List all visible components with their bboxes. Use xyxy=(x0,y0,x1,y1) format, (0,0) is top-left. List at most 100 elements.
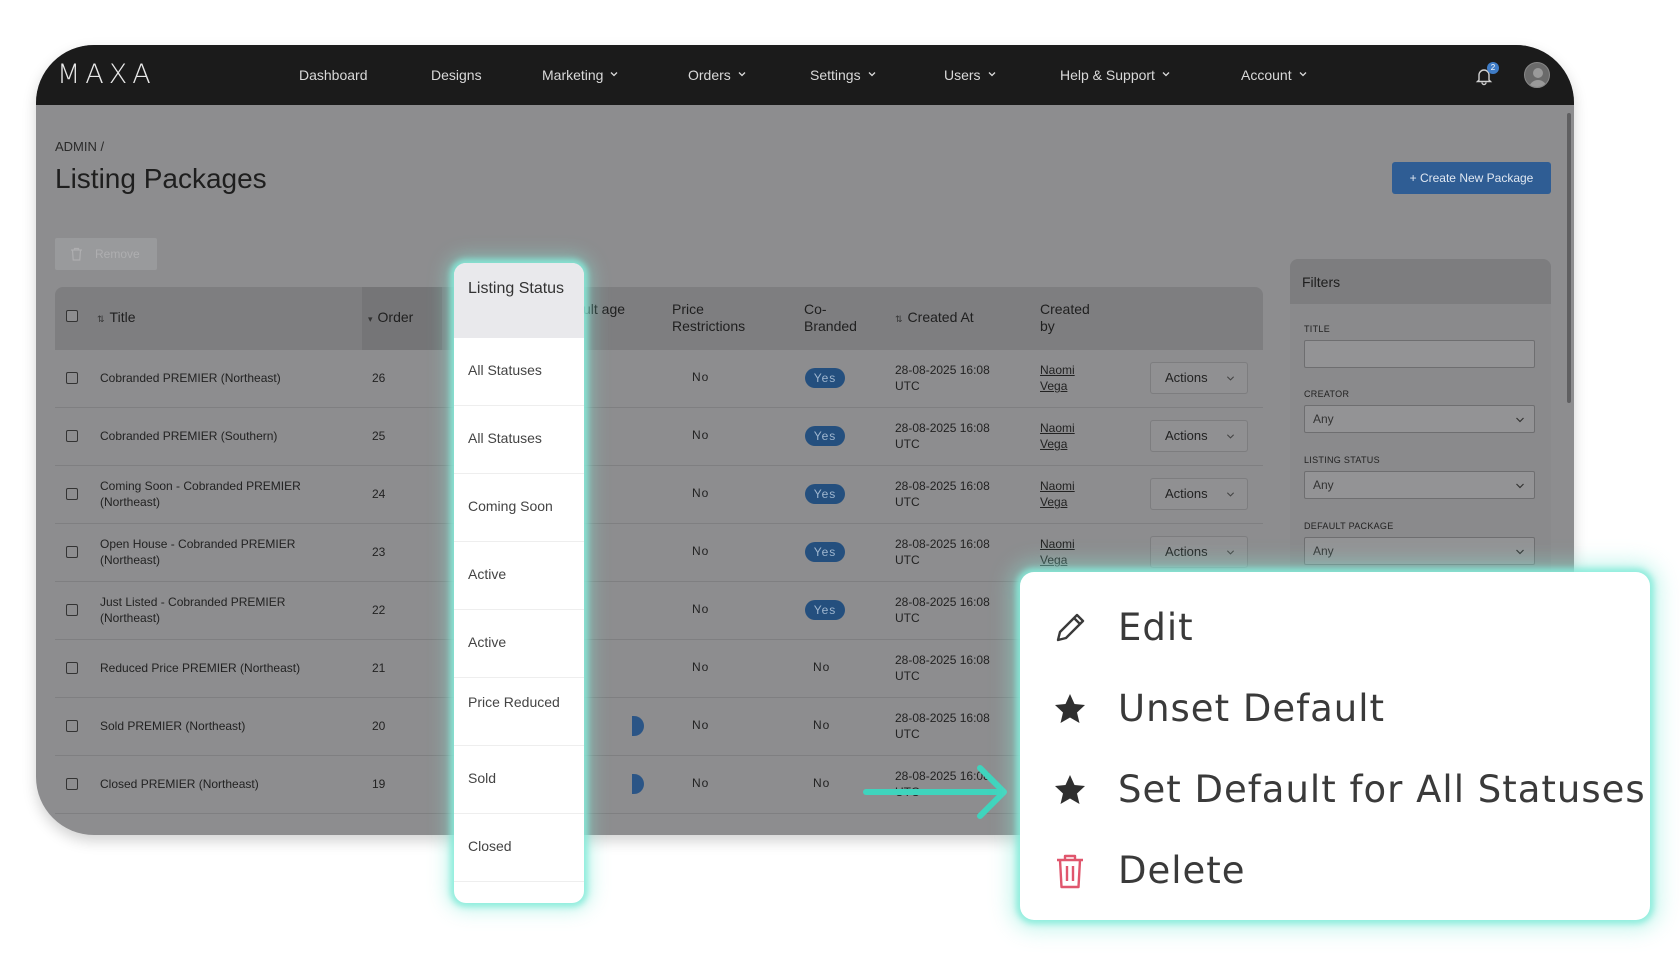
row-created-at: 28-08-2025 16:08 UTC xyxy=(895,595,990,625)
row-order: 20 xyxy=(372,719,386,733)
co-branded-badge: Yes xyxy=(805,542,845,562)
row-co-branded: No xyxy=(813,718,831,732)
row-creator-link[interactable]: Naomi Vega xyxy=(1040,420,1084,452)
co-branded-badge: Yes xyxy=(805,426,845,446)
breadcrumb[interactable]: ADMIN / xyxy=(55,139,104,154)
filters-title: Filters xyxy=(1302,274,1341,290)
nav-label: Account xyxy=(1241,67,1292,83)
nav-marketing[interactable]: Marketing xyxy=(542,67,619,83)
nav-users[interactable]: Users xyxy=(944,67,997,83)
menu-item-set-default-all[interactable]: Set Default for All Statuses xyxy=(1020,748,1650,828)
co-branded-badge: Yes xyxy=(805,484,845,504)
row-actions-button[interactable]: Actions xyxy=(1150,420,1248,452)
listing-status-value: All Statuses xyxy=(454,406,584,474)
filter-creator-select[interactable]: Any xyxy=(1304,405,1535,433)
chevron-down-icon xyxy=(738,72,746,77)
nav-dashboard[interactable]: Dashboard xyxy=(299,67,368,83)
column-header-created-at[interactable]: ⇅ Created At xyxy=(895,309,974,328)
row-title: Reduced Price PREMIER (Northeast) xyxy=(100,661,301,675)
row-checkbox[interactable] xyxy=(66,488,78,500)
page-scrollbar[interactable] xyxy=(1567,113,1571,403)
chevron-down-icon xyxy=(1226,492,1235,497)
remove-button[interactable]: Remove xyxy=(55,238,157,270)
row-actions-button[interactable]: Actions xyxy=(1150,362,1248,394)
nav-label: Help & Support xyxy=(1060,67,1155,83)
filter-default-value: Any xyxy=(1313,544,1334,558)
filter-default-select[interactable]: Any xyxy=(1304,537,1535,565)
listing-status-text: Active xyxy=(468,634,507,650)
nav-label: Orders xyxy=(688,67,731,83)
column-header-default-package[interactable]: ult age xyxy=(583,301,627,318)
row-price-restrictions: No xyxy=(692,602,710,616)
actions-label: Actions xyxy=(1165,428,1208,443)
row-title: Cobranded PREMIER (Northeast) xyxy=(100,371,281,385)
table-row[interactable]: Coming Soon - Cobranded PREMIER (Northea… xyxy=(55,466,1263,524)
row-actions-button[interactable]: Actions xyxy=(1150,536,1248,568)
nav-settings[interactable]: Settings xyxy=(810,67,877,83)
chevron-down-icon xyxy=(988,72,996,77)
menu-item-delete[interactable]: Delete xyxy=(1020,829,1650,909)
row-checkbox[interactable] xyxy=(66,720,78,732)
filter-creator-value: Any xyxy=(1313,412,1334,426)
row-title: Open House - Cobranded PREMIER (Northeas… xyxy=(100,537,296,567)
listing-status-text: All Statuses xyxy=(468,430,542,446)
chevron-down-icon xyxy=(1516,483,1524,489)
listing-status-value: Sold xyxy=(454,746,584,814)
table-row[interactable]: Cobranded PREMIER (Southern) 25 No Yes 28-08… xyxy=(55,408,1263,466)
column-header-title[interactable]: ⇅ Title xyxy=(97,309,135,328)
row-checkbox[interactable] xyxy=(66,778,78,790)
logo: MAXA xyxy=(57,59,156,90)
column-header-created-by[interactable]: Created by xyxy=(1040,301,1095,335)
row-order: 19 xyxy=(372,777,386,791)
column-header-order[interactable]: ▾ Order xyxy=(368,309,413,328)
user-avatar[interactable] xyxy=(1524,62,1550,88)
select-all-checkbox[interactable] xyxy=(66,310,78,322)
menu-item-label: Delete xyxy=(1118,849,1246,892)
co-branded-badge: Yes xyxy=(805,600,845,620)
nav-label: Users xyxy=(944,67,981,83)
row-price-restrictions: No xyxy=(692,718,710,732)
table-row[interactable]: Cobranded PREMIER (Northeast) 26 No Yes 28-0… xyxy=(55,350,1263,408)
filter-status-select[interactable]: Any xyxy=(1304,471,1535,499)
listing-status-value: Closed xyxy=(454,814,584,882)
star-icon xyxy=(1055,775,1085,804)
menu-item-edit[interactable]: Edit xyxy=(1020,586,1650,666)
filter-default-label: DEFAULT PACKAGE xyxy=(1304,521,1394,531)
row-creator-link[interactable]: Naomi Vega xyxy=(1040,536,1084,568)
row-co-branded: No xyxy=(813,776,831,790)
row-actions-button[interactable]: Actions xyxy=(1150,478,1248,510)
filter-status-value: Any xyxy=(1313,478,1334,492)
screenshot-stage: MAXA Dashboard Designs Marketing Orders … xyxy=(0,0,1680,965)
star-icon xyxy=(1055,694,1085,723)
row-order: 22 xyxy=(372,603,386,617)
column-header-label: Order xyxy=(377,309,414,325)
row-created-at: 28-08-2025 16:08 UTC xyxy=(895,421,990,451)
column-header-price-restrictions[interactable]: Price Restrictions xyxy=(672,301,762,335)
row-created-at: 28-08-2025 16:08 UTC xyxy=(895,537,990,567)
row-checkbox[interactable] xyxy=(66,372,78,384)
row-price-restrictions: No xyxy=(692,370,710,384)
chevron-down-icon xyxy=(868,72,876,77)
row-checkbox[interactable] xyxy=(66,604,78,616)
nav-orders[interactable]: Orders xyxy=(688,67,747,83)
row-checkbox[interactable] xyxy=(66,546,78,558)
row-created-at: 28-08-2025 16:08 UTC xyxy=(895,363,990,393)
nav-account[interactable]: Account xyxy=(1241,67,1308,83)
menu-item-unset-default[interactable]: Unset Default xyxy=(1020,667,1650,747)
row-creator-link[interactable]: Naomi Vega xyxy=(1040,362,1084,394)
nav-designs[interactable]: Designs xyxy=(431,67,482,83)
row-creator-link[interactable]: Naomi Vega xyxy=(1040,478,1084,510)
column-header-co-branded[interactable]: Co- Branded xyxy=(804,301,866,335)
nav-help-support[interactable]: Help & Support xyxy=(1060,67,1171,83)
filters-header: Filters xyxy=(1290,259,1551,304)
sort-icon: ⇅ xyxy=(97,314,105,324)
create-new-package-button[interactable]: + Create New Package xyxy=(1392,162,1551,194)
row-checkbox[interactable] xyxy=(66,430,78,442)
page-title: Listing Packages xyxy=(55,163,267,194)
trash-icon xyxy=(1057,854,1083,889)
column-header-label: Title xyxy=(109,309,136,325)
row-checkbox[interactable] xyxy=(66,662,78,674)
avatar-image xyxy=(1529,68,1547,87)
filter-title-input[interactable] xyxy=(1304,340,1535,368)
chevron-down-icon xyxy=(1516,417,1524,423)
